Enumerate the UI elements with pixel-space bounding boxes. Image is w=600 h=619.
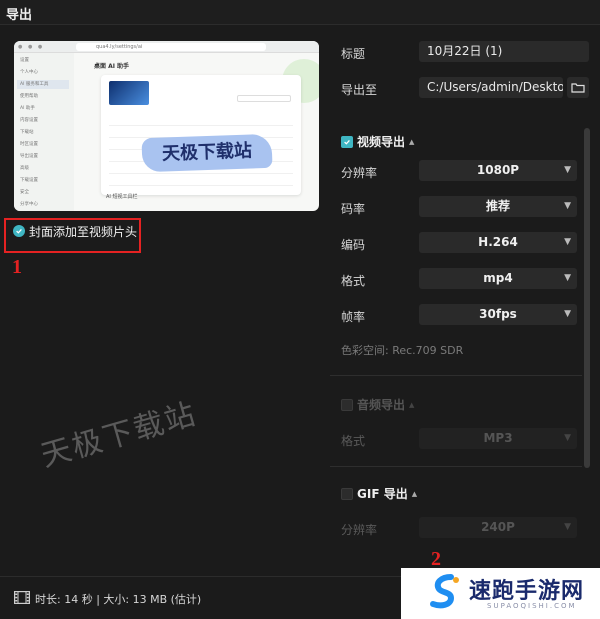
gif-export-toggle[interactable]: GIF 导出 ▲ bbox=[341, 485, 417, 502]
format-value: mp4 bbox=[483, 271, 513, 285]
caret-up-icon: ▲ bbox=[409, 400, 415, 409]
preview-watermark-text: 天极下载站 bbox=[161, 140, 253, 165]
video-export-toggle[interactable]: 视频导出 ▲ bbox=[341, 133, 414, 150]
preview-sidebar-item: 使用帮助 bbox=[20, 94, 38, 99]
preview-sidebar-item: 安全 bbox=[20, 190, 29, 195]
preview-sidebar-item: AI 助手 bbox=[20, 106, 35, 111]
caret-up-icon: ▲ bbox=[411, 489, 418, 498]
preview-browser-bar: ● ● ● qua4.ly/settings/ai bbox=[14, 41, 319, 53]
export-path-input[interactable]: C:/Users/admin/Deskto... bbox=[419, 77, 563, 98]
preview-sidebar-item: 个人中心 bbox=[20, 70, 38, 75]
preview-row bbox=[109, 179, 293, 186]
preview-app-title: 桌面 AI 助手 bbox=[94, 63, 130, 70]
framerate-value: 30fps bbox=[479, 307, 517, 321]
preview-watermark: 天极下载站 bbox=[141, 133, 273, 173]
window-title: 导出 bbox=[6, 8, 33, 23]
title-input[interactable]: 10月22日 (1) bbox=[419, 41, 589, 62]
codec-label: 编码 bbox=[341, 238, 366, 252]
format-select[interactable]: mp4 ▼ bbox=[419, 268, 577, 289]
preview-url: qua4.ly/settings/ai bbox=[76, 43, 266, 51]
gif-export-label: GIF 导出 bbox=[357, 487, 408, 501]
export-info: 时长: 14 秒 | 大小: 13 MB (估计) bbox=[35, 593, 202, 606]
preview-sidebar-item: 分享中心 bbox=[20, 202, 38, 207]
section-divider bbox=[330, 375, 582, 376]
preview-sidebar-item: 内容设置 bbox=[20, 118, 38, 123]
title-bar: 导出 bbox=[0, 0, 600, 25]
audio-export-label: 音频导出 bbox=[357, 398, 406, 412]
checkbox-checked-icon bbox=[341, 135, 353, 148]
video-export-label: 视频导出 bbox=[357, 135, 406, 149]
codec-value: H.264 bbox=[478, 235, 518, 249]
chevron-down-icon: ▼ bbox=[564, 201, 571, 211]
folder-icon bbox=[571, 83, 585, 93]
audio-export-toggle[interactable]: 音频导出 ▲ bbox=[341, 396, 414, 413]
framerate-select[interactable]: 30fps ▼ bbox=[419, 304, 577, 325]
chevron-down-icon: ▼ bbox=[564, 273, 571, 283]
audio-format-value: MP3 bbox=[483, 431, 513, 445]
audio-format-select[interactable]: MP3 ▼ bbox=[419, 428, 577, 449]
caret-up-icon: ▲ bbox=[409, 137, 415, 146]
preview-sidebar-item: 下载站 bbox=[20, 130, 34, 135]
bitrate-value: 推荐 bbox=[485, 199, 510, 213]
preview-sidebar-item: 设置 bbox=[20, 58, 29, 63]
preview-sidebar-item: AI 服务和工具 bbox=[17, 80, 69, 89]
settings-scrollbar[interactable] bbox=[584, 128, 590, 468]
audio-format-label: 格式 bbox=[341, 434, 366, 448]
codec-select[interactable]: H.264 ▼ bbox=[419, 232, 577, 253]
preview-sidebar-item: 高级 bbox=[20, 166, 29, 171]
chevron-down-icon: ▼ bbox=[564, 237, 571, 247]
site-logo-icon bbox=[430, 574, 459, 609]
color-space-info: 色彩空间: Rec.709 SDR bbox=[341, 344, 464, 357]
chevron-down-icon: ▼ bbox=[564, 433, 571, 443]
bitrate-select[interactable]: 推荐 ▼ bbox=[419, 196, 577, 217]
chevron-down-icon: ▼ bbox=[564, 522, 571, 532]
video-preview: ● ● ● qua4.ly/settings/ai 设置 个人中心 AI 服务和… bbox=[14, 41, 319, 211]
gif-resolution-select[interactable]: 240P ▼ bbox=[419, 517, 577, 538]
checkbox-unchecked-icon bbox=[341, 487, 353, 500]
chevron-down-icon: ▼ bbox=[564, 165, 571, 175]
resolution-select[interactable]: 1080P ▼ bbox=[419, 160, 577, 181]
preview-sidebar-item: 下载设置 bbox=[20, 178, 38, 183]
bitrate-label: 码率 bbox=[341, 202, 366, 216]
preview-sidebar-item: 时区设置 bbox=[20, 142, 38, 147]
section-divider bbox=[330, 466, 582, 467]
format-label: 格式 bbox=[341, 274, 366, 288]
annotation-marker-1: 1 bbox=[12, 256, 22, 278]
site-logo: 速跑手游网 SUPAOQISHI.COM bbox=[401, 568, 600, 619]
background-watermark: 天极下载站 bbox=[37, 396, 201, 475]
checkbox-unchecked-icon bbox=[341, 398, 353, 411]
browse-folder-button[interactable] bbox=[567, 77, 589, 98]
annotation-box-1 bbox=[4, 218, 141, 253]
export-to-label: 导出至 bbox=[341, 83, 378, 97]
resolution-label: 分辨率 bbox=[341, 166, 378, 180]
preview-window-controls-icon: ● ● ● bbox=[18, 44, 45, 50]
preview-section-caption: AI 短视工具栏 bbox=[106, 194, 138, 200]
preview-thumbnail-image bbox=[109, 81, 149, 105]
site-logo-domain: SUPAOQISHI.COM bbox=[487, 602, 577, 610]
gif-resolution-value: 240P bbox=[481, 520, 515, 534]
film-icon bbox=[14, 591, 30, 604]
preview-sidebar: 设置 个人中心 AI 服务和工具 使用帮助 AI 助手 内容设置 下载站 时区设… bbox=[14, 53, 74, 211]
resolution-value: 1080P bbox=[476, 163, 520, 177]
site-logo-text: 速跑手游网 bbox=[469, 579, 585, 604]
chevron-down-icon: ▼ bbox=[564, 309, 571, 319]
title-label: 标题 bbox=[341, 47, 366, 61]
gif-resolution-label: 分辨率 bbox=[341, 523, 378, 537]
preview-sidebar-item: 导出设置 bbox=[20, 154, 38, 159]
preview-row bbox=[109, 119, 293, 126]
framerate-label: 帧率 bbox=[341, 310, 366, 324]
preview-select bbox=[237, 95, 291, 102]
